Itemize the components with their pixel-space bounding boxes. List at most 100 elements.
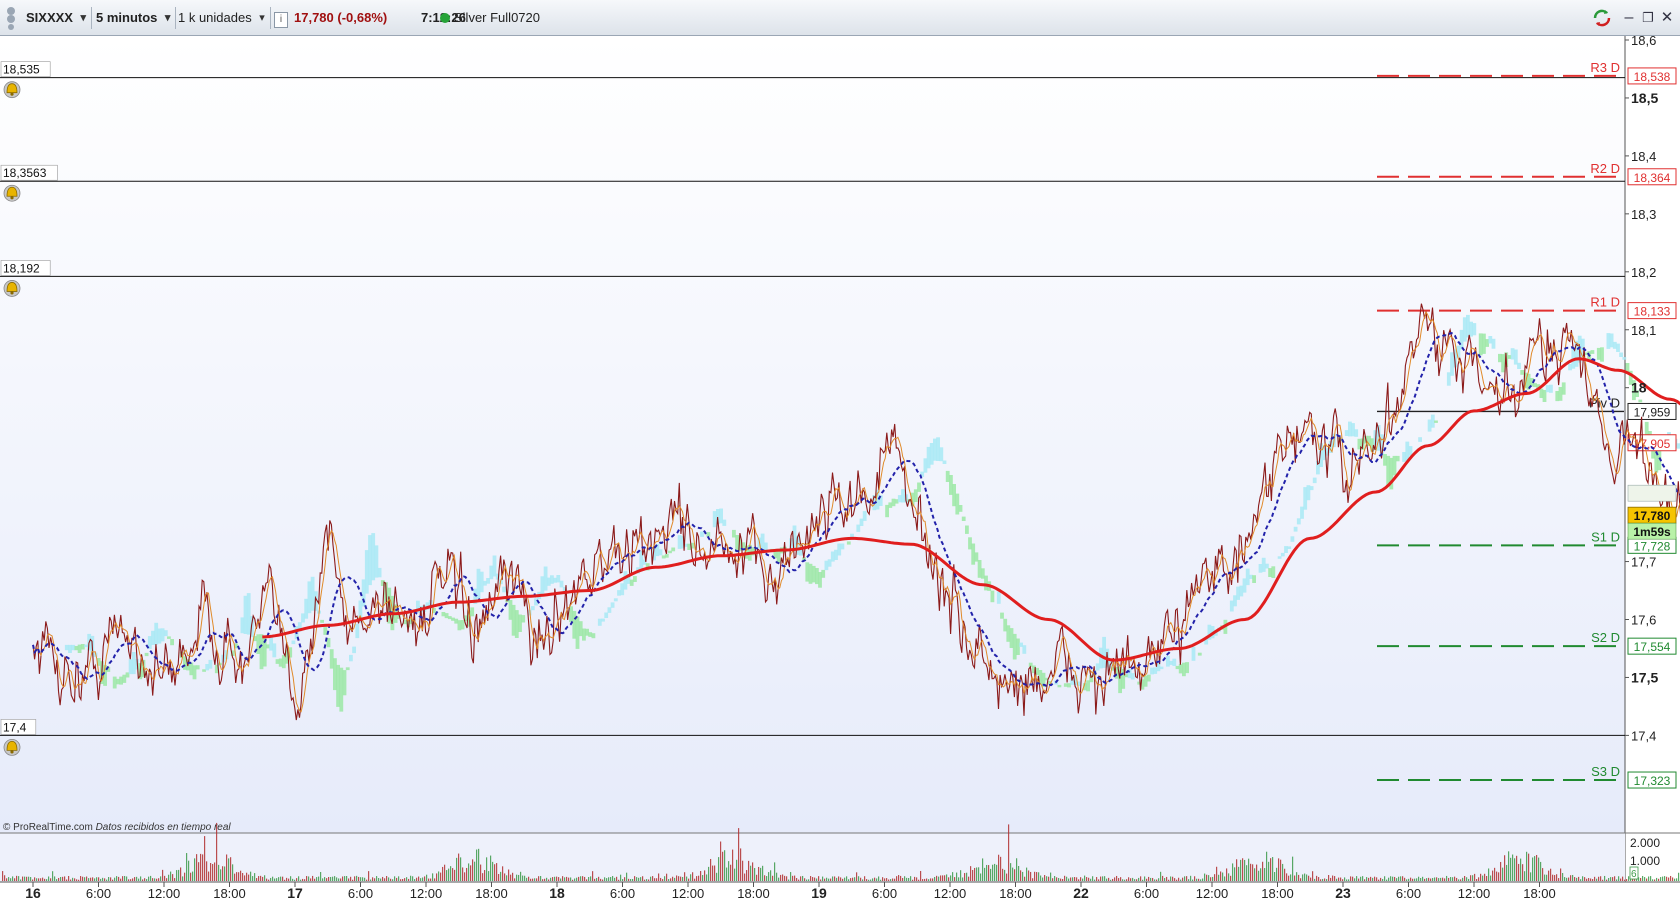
volume-bar bbox=[796, 877, 798, 881]
volume-bar bbox=[1542, 868, 1544, 881]
volume-bar bbox=[1226, 868, 1228, 881]
price-chart[interactable]: 18,535 18,3563 18,192 17,4 R3 D 18,538 R2 D 18… bbox=[0, 36, 1680, 902]
volume-bar bbox=[932, 878, 934, 881]
volume-bar bbox=[288, 878, 290, 881]
volume-bar bbox=[1168, 879, 1170, 881]
volume-bar bbox=[528, 876, 530, 881]
volume-bar bbox=[1608, 877, 1610, 881]
volume-bar bbox=[300, 879, 302, 881]
volume-bar bbox=[210, 863, 212, 881]
volume-bar bbox=[1384, 876, 1386, 881]
volume-bar bbox=[1344, 877, 1346, 881]
volume-bar bbox=[296, 878, 298, 881]
volume-bar bbox=[1228, 873, 1230, 881]
volume-bar bbox=[374, 878, 376, 881]
volume-bar bbox=[1022, 871, 1024, 881]
volume-bar bbox=[1100, 876, 1102, 881]
volume-bar bbox=[1386, 879, 1388, 881]
volume-bar bbox=[1350, 876, 1352, 881]
volume-bar bbox=[1160, 871, 1162, 881]
refresh-icon[interactable] bbox=[1592, 8, 1611, 28]
volume-bar bbox=[1172, 876, 1174, 881]
volume-bar bbox=[428, 878, 430, 881]
cloud-segment bbox=[1277, 556, 1282, 559]
volume-bar bbox=[1294, 875, 1296, 881]
volume-bar bbox=[1124, 879, 1126, 881]
volume-bar bbox=[1606, 879, 1608, 881]
cloud-segment bbox=[1616, 343, 1620, 352]
volume-bar bbox=[764, 875, 766, 881]
volume-bar bbox=[586, 879, 588, 881]
volume-bar bbox=[30, 877, 32, 881]
symbol-selector[interactable]: SIXXXX bbox=[20, 7, 92, 29]
cloud-segment bbox=[664, 553, 669, 558]
volume-bar bbox=[1548, 870, 1550, 881]
volume-bar bbox=[1452, 877, 1454, 881]
volume-bar bbox=[790, 872, 792, 881]
volume-bar bbox=[1032, 878, 1034, 881]
units-selector[interactable]: 1 k unidades bbox=[172, 7, 271, 29]
volume-bar bbox=[1498, 872, 1500, 881]
volume-bar bbox=[1530, 872, 1532, 881]
volume-bar bbox=[1666, 876, 1668, 881]
volume-bar bbox=[1460, 879, 1462, 881]
volume-bar bbox=[1668, 877, 1670, 881]
volume-bar bbox=[176, 870, 178, 881]
x-tick-label: 18 bbox=[549, 885, 565, 901]
volume-bar bbox=[842, 878, 844, 881]
volume-bar bbox=[260, 875, 262, 881]
volume-bar bbox=[938, 876, 940, 881]
volume-bar bbox=[1644, 877, 1646, 881]
volume-bar bbox=[506, 875, 508, 881]
volume-bar bbox=[164, 875, 166, 881]
volume-bar bbox=[232, 864, 234, 881]
volume-bar bbox=[1074, 877, 1076, 881]
volume-bar bbox=[1002, 868, 1004, 881]
volume-bar bbox=[1156, 879, 1158, 881]
x-tick-label: 18:00 bbox=[737, 886, 770, 901]
volume-bar bbox=[274, 878, 276, 881]
volume-bar bbox=[918, 879, 920, 881]
cloud-segment bbox=[658, 549, 663, 556]
volume-bar bbox=[26, 876, 28, 881]
volume-bar bbox=[806, 879, 808, 881]
volume-bar bbox=[58, 877, 60, 881]
alert-label: 18,192 bbox=[3, 261, 40, 275]
volume-bar bbox=[726, 867, 728, 881]
close-icon[interactable]: ✕ bbox=[1658, 8, 1676, 28]
cloud-segment bbox=[1549, 384, 1553, 393]
cloud-segment bbox=[559, 580, 564, 588]
volume-bar bbox=[1422, 876, 1424, 881]
volume-bar bbox=[776, 872, 778, 881]
minimize-icon[interactable]: – bbox=[1620, 8, 1638, 28]
grip-icon[interactable] bbox=[4, 6, 20, 30]
cloud-segment bbox=[530, 606, 535, 611]
cloud-segment bbox=[167, 636, 171, 639]
volume-bar bbox=[1016, 858, 1018, 881]
volume-bar bbox=[1182, 877, 1184, 881]
volume-bar bbox=[1144, 876, 1146, 881]
pivot-price-label: 17,323 bbox=[1634, 774, 1671, 788]
volume-bar bbox=[1302, 874, 1304, 881]
volume-bar bbox=[512, 872, 514, 881]
volume-bar bbox=[1388, 877, 1390, 881]
volume-bar bbox=[900, 875, 902, 881]
volume-bar bbox=[496, 863, 498, 881]
volume-bar bbox=[364, 877, 366, 881]
volume-bar bbox=[1216, 866, 1218, 881]
volume-bar bbox=[488, 871, 490, 881]
volume-bar bbox=[1538, 857, 1540, 881]
volume-bar bbox=[510, 874, 512, 881]
volume-bar bbox=[1034, 871, 1036, 881]
volume-bar bbox=[604, 877, 606, 881]
volume-bar bbox=[1188, 879, 1190, 881]
volume-bar bbox=[1528, 853, 1530, 881]
volume-bar bbox=[348, 878, 350, 881]
restore-icon[interactable]: ❐ bbox=[1639, 8, 1657, 28]
volume-bar bbox=[172, 874, 174, 881]
volume-bar bbox=[532, 878, 534, 881]
volume-bar bbox=[1310, 877, 1312, 881]
info-icon[interactable]: i bbox=[274, 7, 288, 29]
volume-bar bbox=[864, 876, 866, 881]
timeframe-selector[interactable]: 5 minutos bbox=[90, 7, 177, 29]
